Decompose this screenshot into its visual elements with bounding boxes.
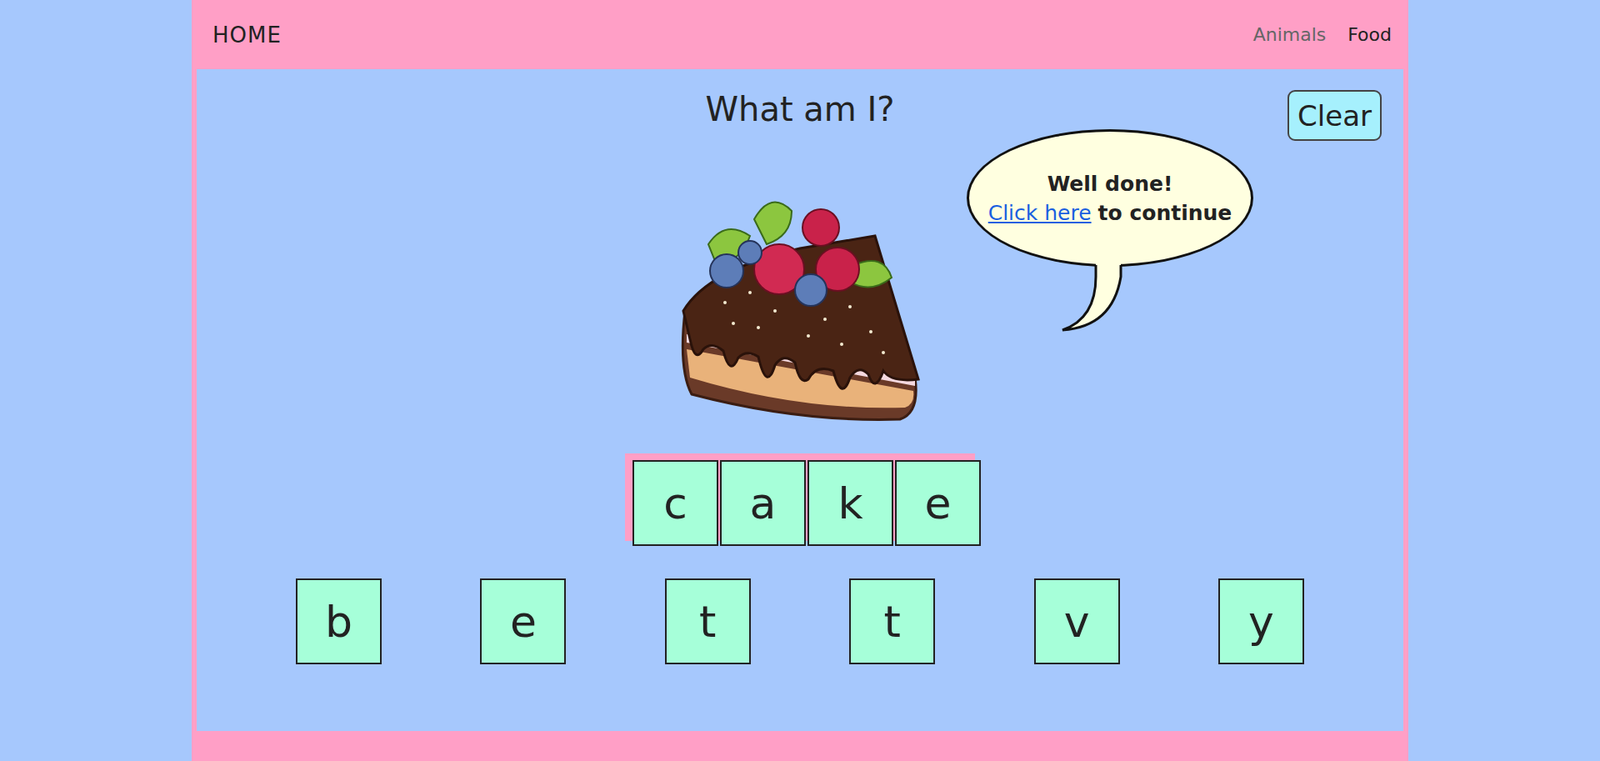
puzzle-top: What am I? Well done! Click hereto continu…: [196, 90, 1404, 428]
answer-tile[interactable]: c: [632, 460, 719, 546]
category-nav: Animals Food: [1253, 24, 1392, 45]
answer-tile[interactable]: k: [807, 460, 894, 546]
letter-tile[interactable]: v: [1034, 578, 1120, 665]
speech-bubble: Well done! Click hereto continue: [966, 129, 1254, 330]
answer-row: cake: [632, 460, 983, 546]
letter-tile[interactable]: b: [295, 578, 382, 665]
bubble-text: to continue: [1098, 200, 1233, 225]
nav-item[interactable]: Food: [1347, 24, 1392, 45]
bubble-tail-icon: [1050, 260, 1150, 335]
letter-tile[interactable]: y: [1218, 578, 1305, 665]
clear-button[interactable]: Clear: [1287, 90, 1382, 141]
cake-picture: [675, 185, 925, 428]
page: HOME Animals Food What am I? Well done! Click…: [0, 0, 1600, 761]
home-link[interactable]: HOME: [212, 22, 282, 48]
continue-link[interactable]: Click here: [988, 200, 1092, 225]
puzzle-center: What am I?: [675, 90, 925, 428]
bubble-line: Click hereto continue: [988, 200, 1233, 225]
bubble-heading: Well done!: [1047, 171, 1174, 196]
game-area: What am I? Well done! Click hereto continu…: [191, 69, 1409, 731]
title: What am I?: [705, 90, 895, 130]
letter-tile[interactable]: e: [480, 578, 566, 665]
letter-tile[interactable]: t: [665, 578, 751, 665]
bubble-body: Well done! Click hereto continue: [966, 129, 1254, 267]
footer-bar: [191, 730, 1409, 761]
nav-item[interactable]: Animals: [1253, 24, 1327, 45]
answer-tile[interactable]: e: [895, 460, 981, 546]
puzzle-side: Well done! Click hereto continue Clear: [925, 90, 1404, 428]
letter-tile[interactable]: t: [849, 578, 935, 665]
top-bar: HOME Animals Food: [191, 0, 1409, 70]
answer-zone[interactable]: cake: [625, 453, 975, 541]
answer-tile[interactable]: a: [720, 460, 806, 546]
letter-bank: bettvy: [295, 578, 1305, 665]
app-frame: HOME Animals Food What am I? Well done! Click…: [191, 0, 1409, 761]
